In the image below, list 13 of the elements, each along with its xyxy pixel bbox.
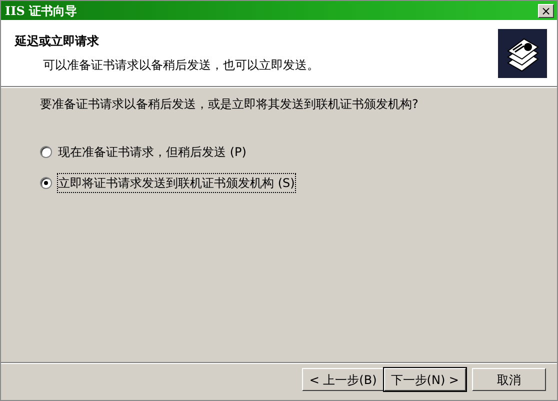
question-text: 要准备证书请求以备稍后发送，或是立即将其发送到联机证书颁发机构? (40, 96, 420, 113)
radio-label[interactable]: 现在准备证书请求，但稍后发送 (P) (58, 143, 246, 161)
certificate-icon (498, 28, 547, 78)
window-title: IIS 证书向导 (5, 2, 78, 20)
radio-button[interactable] (40, 146, 52, 158)
page-subtitle: 可以准备证书请求以备稍后发送，也可以立即发送。 (42, 57, 319, 74)
dialog-button[interactable]: < 上一步(B) (302, 368, 384, 391)
dialog-button[interactable]: 下一步(N) > (384, 368, 466, 391)
page-title: 延迟或立即请求 (15, 33, 100, 50)
close-button[interactable]: × (538, 4, 554, 18)
dialog-button[interactable]: 取消 (472, 368, 546, 391)
radio-label[interactable]: 立即将证书请求发送到联机证书颁发机构 (S) (58, 174, 295, 192)
radio-button[interactable] (40, 177, 52, 189)
